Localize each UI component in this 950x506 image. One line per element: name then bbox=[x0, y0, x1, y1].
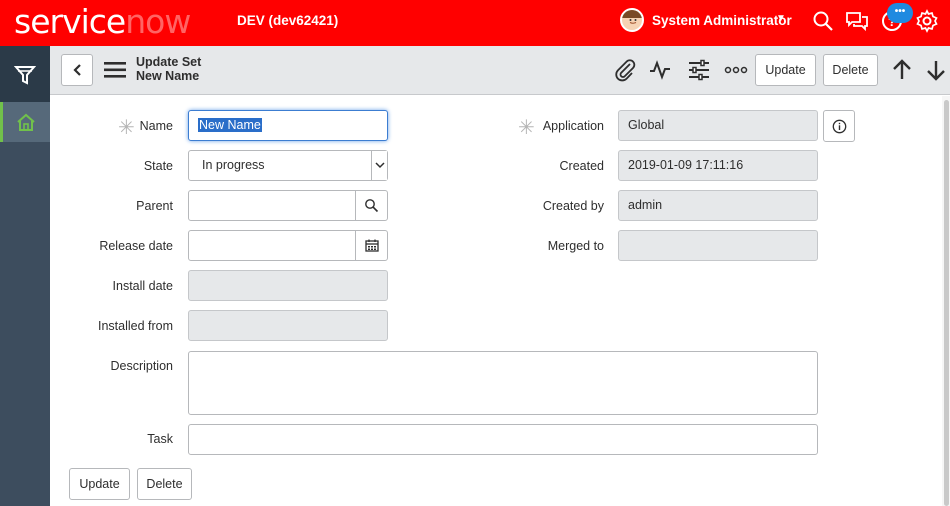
install-date-label: Install date bbox=[112, 279, 173, 293]
top-banner: servicenow DEV (dev62421) System Adminis… bbox=[0, 0, 950, 46]
calendar-icon bbox=[365, 239, 379, 252]
installed-from-label: Installed from bbox=[97, 319, 173, 333]
created-label: Created bbox=[559, 159, 604, 173]
name-label: Name bbox=[139, 119, 173, 133]
install-date-field bbox=[188, 270, 388, 301]
state-label: State bbox=[143, 159, 173, 173]
arrow-up-icon[interactable] bbox=[890, 58, 914, 82]
release-date-picker-button[interactable] bbox=[355, 231, 387, 260]
footer-delete-button[interactable]: Delete bbox=[137, 468, 192, 500]
release-date-label: Release date bbox=[99, 239, 173, 253]
form-title: Update Set bbox=[136, 55, 202, 69]
info-icon bbox=[832, 119, 847, 134]
servicenow-logo[interactable]: servicenow bbox=[14, 2, 191, 42]
created-field: 2019-01-09 17:11:16 bbox=[618, 150, 818, 181]
chevron-down-icon[interactable] bbox=[371, 151, 387, 180]
header-update-button[interactable]: Update bbox=[755, 54, 816, 86]
user-avatar[interactable] bbox=[620, 8, 644, 32]
description-textarea[interactable] bbox=[188, 351, 818, 415]
user-name[interactable]: System Administrator bbox=[652, 13, 792, 28]
gear-icon[interactable] bbox=[915, 9, 939, 33]
release-date-input[interactable] bbox=[188, 230, 388, 261]
application-info-button[interactable] bbox=[823, 110, 855, 142]
user-menu-caret-icon[interactable]: ▼ bbox=[776, 13, 786, 24]
form-subtitle: New Name bbox=[136, 69, 200, 83]
parent-lookup-button[interactable] bbox=[355, 191, 387, 220]
personalize-form-icon[interactable] bbox=[687, 58, 711, 82]
parent-input[interactable] bbox=[188, 190, 388, 221]
merged-to-field bbox=[618, 230, 818, 261]
back-button[interactable] bbox=[61, 54, 93, 86]
state-select[interactable]: In progress bbox=[188, 150, 388, 181]
notification-badge[interactable]: ••• bbox=[887, 3, 913, 23]
created-by-field: admin bbox=[618, 190, 818, 221]
footer-update-button[interactable]: Update bbox=[69, 468, 130, 500]
installed-from-field bbox=[188, 310, 388, 341]
parent-label: Parent bbox=[136, 199, 173, 213]
navigator-rail bbox=[0, 46, 50, 506]
description-label: Description bbox=[110, 359, 173, 373]
task-input[interactable] bbox=[188, 424, 818, 455]
search-icon[interactable] bbox=[811, 9, 835, 33]
chevron-left-icon bbox=[73, 64, 81, 76]
form-header: Update Set New Name Update Delete bbox=[50, 46, 950, 95]
search-icon bbox=[365, 199, 379, 213]
header-delete-button[interactable]: Delete bbox=[823, 54, 878, 86]
application-label: Application bbox=[542, 119, 604, 133]
merged-to-label: Merged to bbox=[547, 239, 604, 253]
home-tab[interactable] bbox=[0, 102, 50, 142]
filter-navigator-tab[interactable] bbox=[0, 46, 50, 102]
application-field: Global bbox=[618, 110, 818, 141]
scrollbar-thumb[interactable] bbox=[944, 100, 949, 506]
connect-chat-icon[interactable] bbox=[845, 9, 869, 33]
home-icon bbox=[17, 113, 35, 131]
activity-stream-icon[interactable] bbox=[648, 58, 672, 82]
task-label: Task bbox=[147, 432, 173, 446]
instance-name: DEV (dev62421) bbox=[237, 13, 339, 28]
created-by-label: Created by bbox=[542, 199, 604, 213]
context-menu-icon[interactable] bbox=[104, 60, 126, 80]
attachment-icon[interactable] bbox=[613, 58, 637, 82]
more-options-icon[interactable] bbox=[724, 58, 748, 82]
name-input[interactable]: New Name bbox=[188, 110, 388, 141]
filter-icon bbox=[14, 66, 36, 85]
arrow-down-icon[interactable] bbox=[924, 58, 948, 82]
